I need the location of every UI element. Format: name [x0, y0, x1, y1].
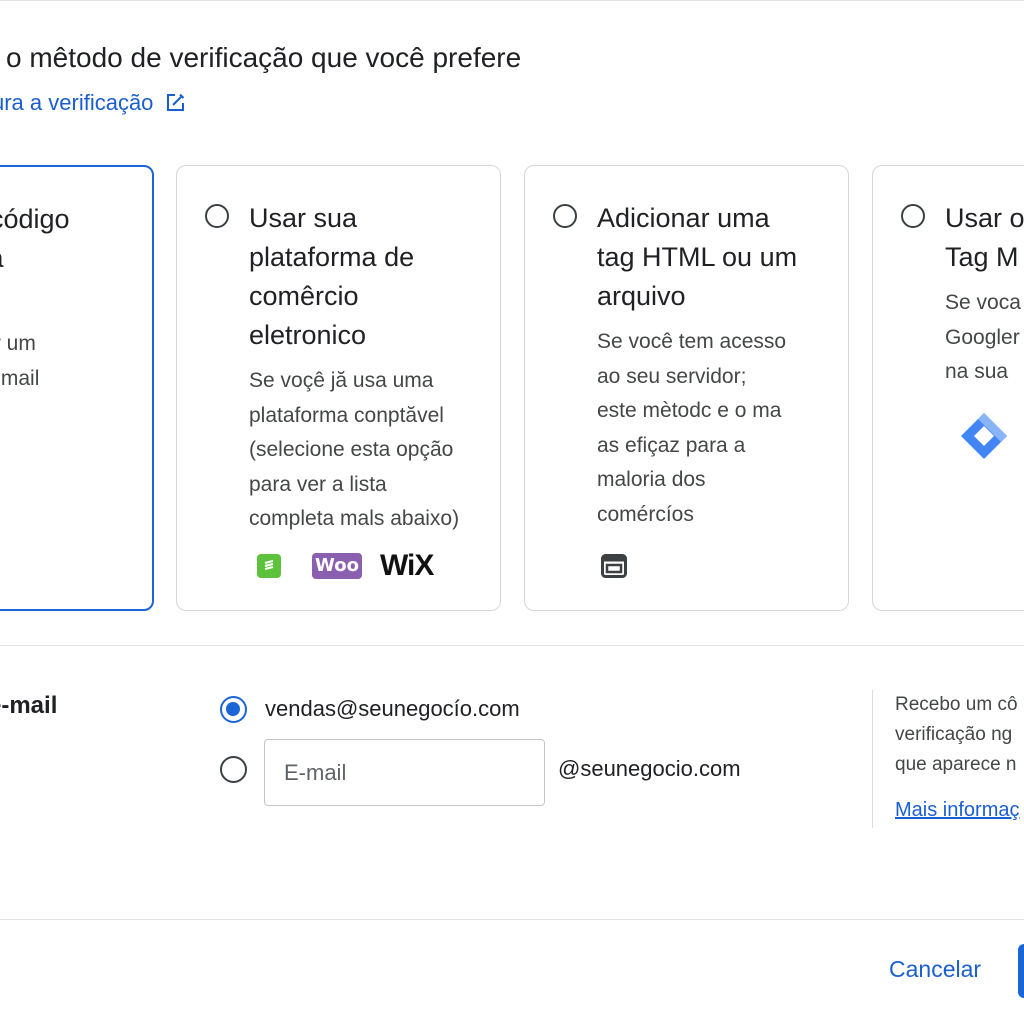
method-card-ecommerce[interactable]: Usar sua plataforma de comêrcio eletroni… — [176, 165, 501, 611]
shopify-icon — [257, 554, 281, 578]
card-description: aver um de email — [0, 327, 150, 396]
email-option-radio-custom[interactable] — [220, 756, 247, 783]
card-desc-line: maloria dos — [597, 468, 706, 491]
method-card-html-tag[interactable]: Adicionar uma tag HTML ou um arquivo Se … — [524, 165, 849, 611]
footer-divider — [0, 919, 1024, 920]
email-section-label: e-mail — [0, 692, 58, 719]
email-option-radio-selected[interactable] — [220, 696, 247, 723]
card-title: Usar o Tag M — [945, 199, 1024, 277]
method-card-tag-manager[interactable]: Usar o Tag M Se voca Googler na sua — [872, 165, 1024, 611]
card-title: Usar sua plataforma de comêrcio eletroni… — [249, 199, 499, 355]
card-desc-line: completa mals abaixo) — [249, 507, 460, 530]
card-title-line: Tag M — [945, 242, 1019, 272]
top-divider — [0, 0, 1024, 1]
card-desc-line: (selecione esta opção — [249, 438, 454, 461]
card-title: Adicionar uma tag HTML ou um arquivo — [597, 199, 847, 316]
card-radio[interactable] — [205, 204, 229, 228]
help-text: Recebo um cô verificação ng que aparece … — [895, 690, 1024, 780]
card-desc-line: Se você tem acesso — [597, 330, 787, 353]
page-title: o mêtodo de verificação que você prefere — [6, 42, 522, 73]
card-description: Se você tem acesso ao seu servidor; este… — [597, 325, 817, 532]
card-desc-line: Googler — [945, 325, 1020, 349]
card-desc-line: ao seu servidor; — [597, 364, 747, 388]
card-description: Se voca Googler na sua — [945, 286, 1024, 390]
html-file-icon — [601, 554, 627, 578]
card-desc-line: plataforma conptăvel — [249, 403, 444, 427]
card-description: Se voçê jă usa uma plataforma conptăvel … — [249, 364, 489, 537]
woocommerce-logo: Woo — [312, 553, 362, 579]
edit-verification-link[interactable]: ura a verificação — [0, 90, 185, 116]
help-divider — [872, 690, 873, 828]
card-title-line: i da — [0, 239, 152, 278]
card-title-line: eletronico — [249, 320, 367, 350]
tag-manager-icon — [961, 413, 1007, 459]
card-title-line: Usar sua — [249, 203, 358, 233]
card-radio[interactable] — [901, 204, 925, 228]
card-desc-line: aver um — [0, 332, 36, 355]
card-desc-line: para ver a lista — [249, 472, 387, 496]
platform-logos: Woo WiX — [257, 549, 434, 583]
card-title-line: tag HTML ou um — [597, 242, 798, 272]
card-desc-line: este mètodc e o ma — [597, 399, 782, 422]
card-desc-line: Se voçê jă usa uma — [249, 369, 434, 392]
email-option-address: vendas@seunegocío.com — [265, 696, 520, 721]
card-desc-line: comércíos — [597, 502, 694, 526]
card-title-line: Usar o — [945, 203, 1024, 233]
help-line: verificação ng — [895, 724, 1013, 745]
card-title-line: plataforma de — [249, 242, 415, 272]
card-title-line: Adicionar uma — [597, 203, 770, 233]
card-desc-line: de email — [0, 366, 40, 390]
card-desc-line: as efiçaz para a — [597, 433, 746, 457]
card-radio[interactable] — [553, 204, 577, 228]
card-desc-line: na sua — [945, 360, 1009, 383]
section-divider — [0, 645, 1024, 646]
cancel-button[interactable]: Cancelar — [889, 956, 981, 983]
card-title: m código i da a — [0, 200, 152, 317]
card-title-line: m código — [0, 204, 70, 234]
edit-icon — [167, 93, 185, 111]
card-title-line: comêrcio — [249, 281, 359, 311]
email-domain-suffix: @seunegocio.com — [558, 756, 741, 781]
more-info-link[interactable]: Mais informaç — [895, 799, 1019, 822]
edit-link-label: ura a verificação — [0, 90, 154, 115]
email-input[interactable] — [264, 739, 545, 806]
card-title-line: a — [0, 278, 152, 317]
card-desc-line: Se voca — [945, 291, 1021, 314]
method-card-code[interactable]: m código i da a aver um de email — [0, 165, 154, 611]
help-line: que aparece n — [895, 754, 1017, 775]
help-line: Recebo um cô — [895, 694, 1018, 715]
card-title-line: arquivo — [597, 281, 686, 311]
primary-action-button[interactable] — [1018, 944, 1024, 998]
wix-logo: WiX — [379, 549, 434, 582]
